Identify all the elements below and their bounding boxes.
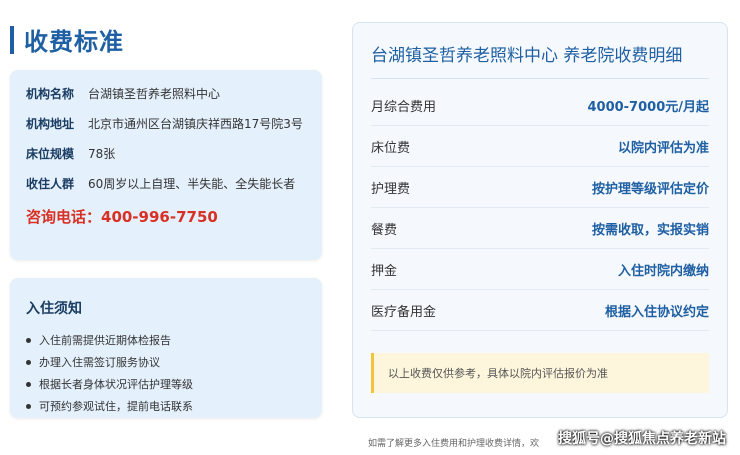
table-row: 押金 入住时院内缴纳 — [371, 249, 709, 290]
bullet-icon — [26, 403, 31, 409]
page-title: 收费标准 — [24, 28, 124, 56]
fee-label: 床位费 — [371, 140, 411, 156]
table-row: 月综合费用 4000-7000元/月起 — [371, 85, 709, 126]
fee-label: 月综合费用 — [371, 99, 437, 115]
notice-text: 办理入住需签订服务协议 — [39, 356, 160, 369]
fee-label: 餐费 — [371, 222, 398, 238]
info-value: 北京市通州区台湖镇庆祥西路17号院3号 — [88, 117, 303, 131]
fee-value: 按需收取，实报实销 — [591, 222, 709, 238]
info-row-name: 机构名称 台湖镇圣哲养老照料中心 — [26, 86, 306, 102]
table-row: 护理费 按护理等级评估定价 — [371, 167, 709, 208]
fee-value: 根据入住协议约定 — [604, 304, 709, 320]
info-value: 78张 — [88, 147, 116, 161]
notice-text: 可预约参观试住，提前电话联系 — [39, 400, 193, 413]
admission-notice-card: 入住须知 入住前需提供近期体检报告 办理入住需签订服务协议 根据长者身体状况评估… — [10, 278, 322, 418]
list-item: 入住前需提供近期体检报告 — [26, 332, 306, 348]
notice-text: 入住前需提供近期体检报告 — [39, 334, 171, 347]
list-item: 可预约参观试住，提前电话联系 — [26, 398, 306, 414]
info-label: 收住人群 — [26, 177, 75, 191]
table-row: 床位费 以院内评估为准 — [371, 126, 709, 167]
fee-value: 按护理等级评估定价 — [591, 181, 709, 197]
fee-value: 4000-7000元/月起 — [587, 99, 709, 115]
institution-info-card: 机构名称 台湖镇圣哲养老照料中心 机构地址 北京市通州区台湖镇庆祥西路17号院3… — [10, 70, 322, 260]
fee-card-title: 台湖镇圣哲养老照料中心 养老院收费明细 — [371, 41, 709, 79]
fee-value: 以院内评估为准 — [617, 140, 709, 156]
notice-text: 根据长者身体状况评估护理等级 — [39, 378, 193, 391]
list-item: 根据长者身体状况评估护理等级 — [26, 376, 306, 392]
notice-list: 入住前需提供近期体检报告 办理入住需签订服务协议 根据长者身体状况评估护理等级 … — [26, 332, 306, 414]
fee-label: 护理费 — [371, 181, 411, 197]
info-value: 台湖镇圣哲养老照料中心 — [88, 87, 221, 101]
watermark: 搜狐号@搜狐焦点养老新站 — [558, 431, 726, 447]
fee-label: 押金 — [371, 263, 398, 279]
page-header: 收费标准 — [10, 22, 124, 57]
fee-disclaimer: 以上收费仅供参考，具体以院内评估报价为准 — [371, 353, 709, 393]
bullet-icon — [26, 359, 31, 365]
info-row-residents: 收住人群 60周岁以上自理、半失能、全失能长者 — [26, 176, 306, 192]
bullet-icon — [26, 381, 31, 387]
footer-note: 如需了解更多入住费用和护理收费详情，欢 — [368, 439, 540, 449]
fee-value: 入住时院内缴纳 — [617, 263, 709, 279]
info-label: 机构地址 — [26, 117, 75, 131]
notice-title: 入住须知 — [26, 301, 82, 317]
info-label: 床位规模 — [26, 147, 75, 161]
table-row: 餐费 按需收取，实报实销 — [371, 208, 709, 249]
list-item: 办理入住需签订服务协议 — [26, 354, 306, 370]
fee-details-card: 台湖镇圣哲养老照料中心 养老院收费明细 月综合费用 4000-7000元/月起 … — [352, 22, 728, 418]
info-row-beds: 床位规模 78张 — [26, 146, 306, 162]
title-accent-bar — [10, 25, 14, 54]
info-value: 60周岁以上自理、半失能、全失能长者 — [88, 177, 296, 191]
info-row-address: 机构地址 北京市通州区台湖镇庆祥西路17号院3号 — [26, 116, 306, 132]
bullet-icon — [26, 337, 31, 343]
phone-number[interactable]: 咨询电话：400-996-7750 — [26, 206, 306, 227]
info-label: 机构名称 — [26, 87, 75, 101]
table-row: 医疗备用金 根据入住协议约定 — [371, 290, 709, 331]
fee-label: 医疗备用金 — [371, 304, 437, 320]
